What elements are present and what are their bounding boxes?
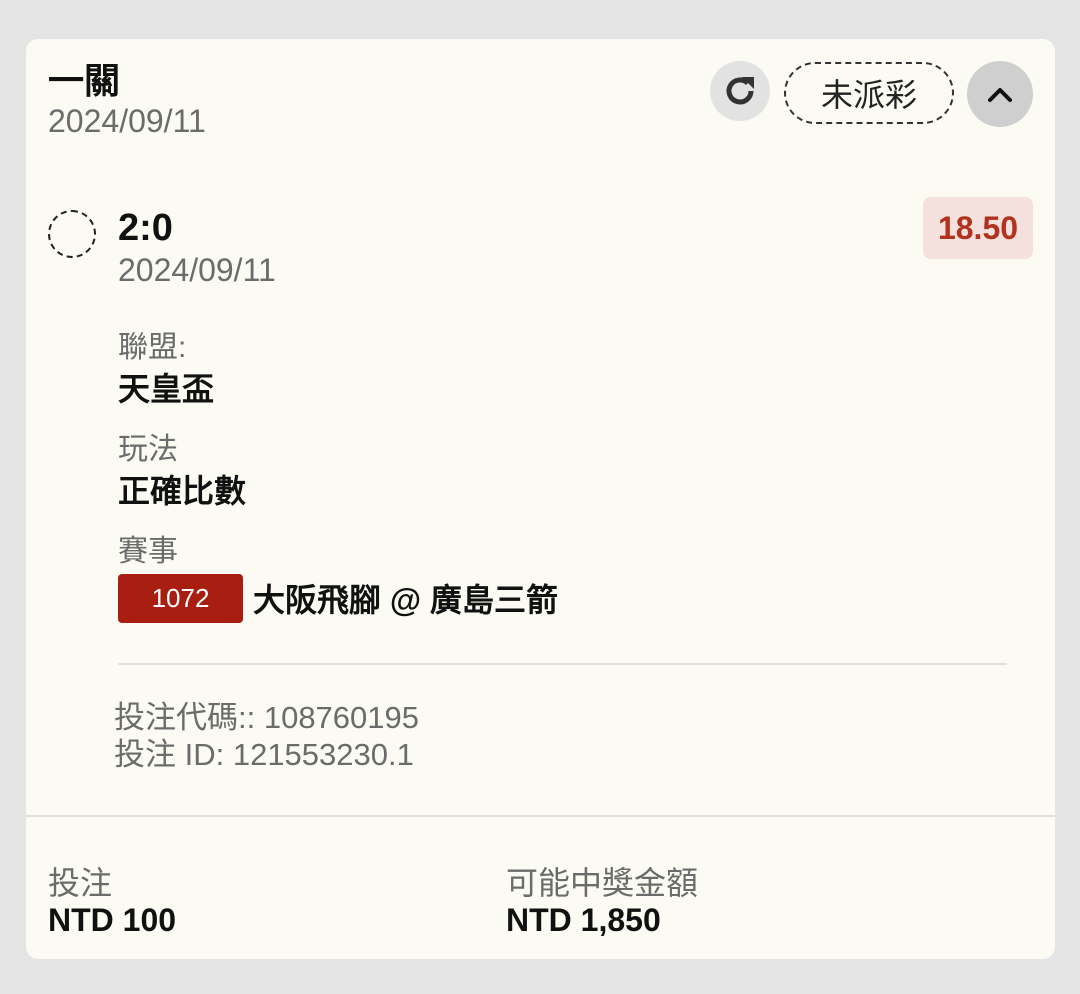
refresh-button[interactable] (710, 61, 770, 121)
stake-value: NTD 100 (48, 902, 177, 938)
footer-divider (26, 815, 1055, 817)
selection-score: 2:0 (118, 207, 173, 249)
potential-payout-label: 可能中獎金額 (506, 865, 699, 901)
refresh-icon (726, 77, 754, 105)
selection-status-icon (48, 210, 96, 258)
potential-payout-value: NTD 1,850 (506, 902, 661, 938)
status-badge: 未派彩 (784, 62, 954, 124)
divider (118, 663, 1007, 665)
bet-slip-card: 一關 2024/09/11 未派彩 2:0 2024/09/11 18.50 聯… (26, 39, 1055, 959)
match-id: 1072 (151, 583, 210, 613)
bet-id: 投注 ID: 121553230.1 (114, 737, 414, 772)
collapse-button[interactable] (967, 61, 1033, 127)
status-label: 未派彩 (820, 77, 917, 113)
bet-date: 2024/09/11 (48, 103, 206, 139)
play-type-value: 正確比數 (118, 473, 247, 509)
selection-date: 2024/09/11 (118, 252, 276, 288)
match-label: 賽事 (118, 535, 178, 568)
league-label: 聯盟: (118, 331, 187, 364)
match-id-badge: 1072 (118, 574, 243, 623)
bet-code: 投注代碼:: 108760195 (114, 700, 420, 735)
match-name: 大阪飛腳 @ 廣島三箭 (253, 582, 558, 618)
odds-value: 18.50 (937, 209, 1019, 246)
play-type-label: 玩法 (118, 433, 178, 466)
chevron-up-icon (988, 88, 1012, 102)
stake-label: 投注 (48, 865, 113, 901)
odds-badge: 18.50 (923, 197, 1033, 259)
league-value: 天皇盃 (118, 371, 215, 407)
bet-type-title: 一關 (48, 60, 121, 101)
